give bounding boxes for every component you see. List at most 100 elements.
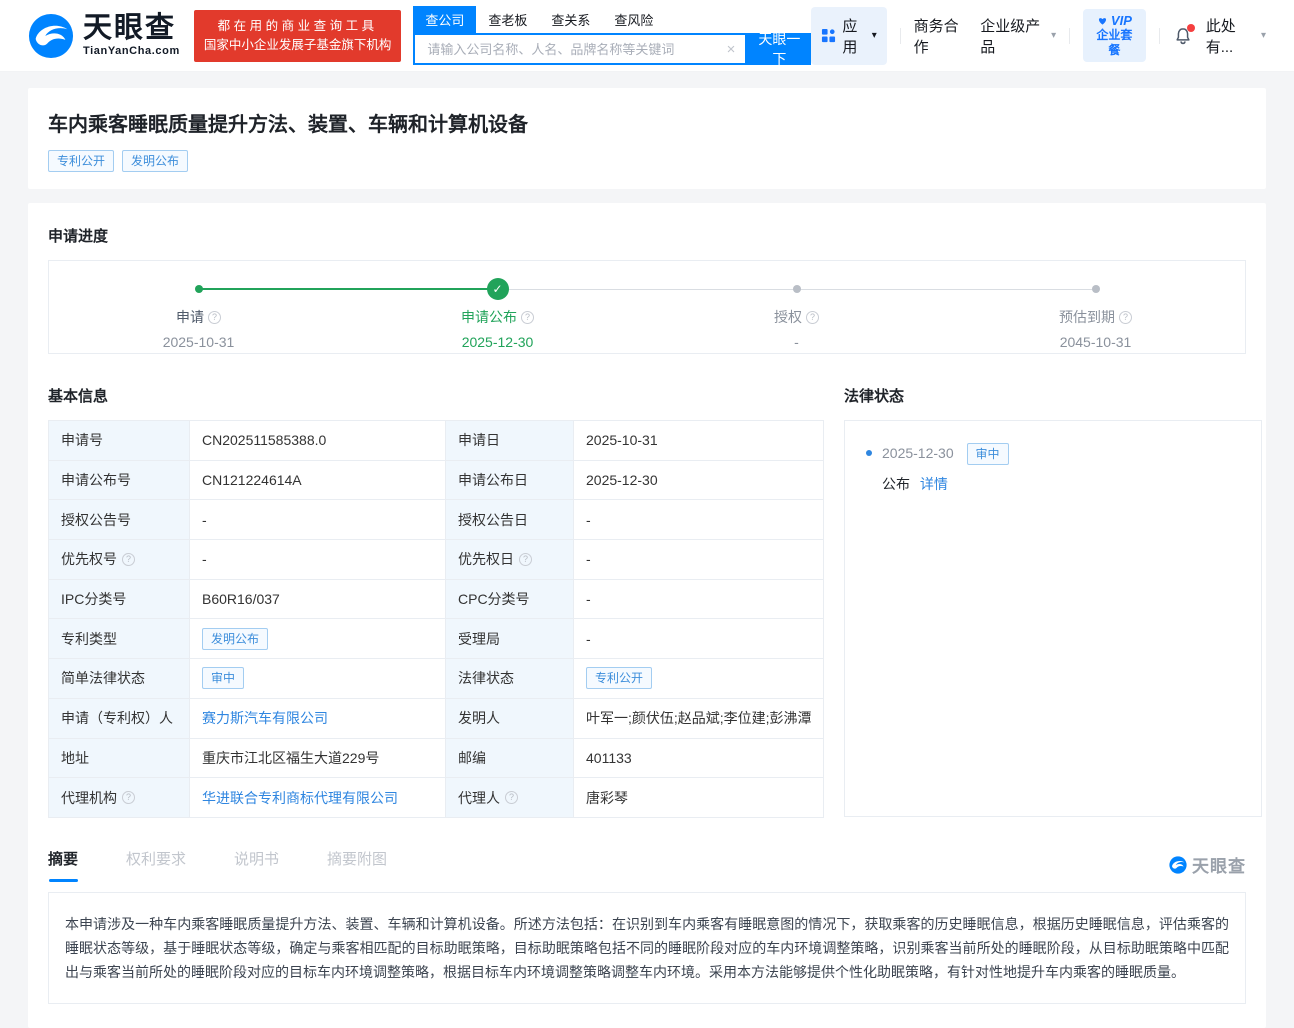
field-label-text: 发明人 [458, 708, 500, 728]
field-label-text: 申请（专利权）人 [61, 708, 173, 728]
entity-link[interactable]: 赛力斯汽车有限公司 [202, 708, 328, 728]
field-label: 优先权号? [49, 540, 190, 580]
field-label-text: 代理机构 [61, 788, 117, 808]
logo-domain: TianYanCha.com [83, 46, 180, 57]
field-label-text: 申请日 [458, 430, 500, 450]
search-input[interactable] [425, 41, 724, 58]
field-label-text: IPC分类号 [61, 589, 126, 609]
field-label: 邮编 [446, 739, 574, 779]
vip-heart-icon [1097, 15, 1108, 26]
clear-icon[interactable]: × [725, 41, 738, 58]
timeline-dot [793, 285, 801, 293]
entity-link[interactable]: 华进联合专利商标代理有限公司 [202, 788, 398, 808]
field-label: 法律状态 [446, 659, 574, 699]
timeline-dot [195, 285, 203, 293]
table-row: 代理机构?华进联合专利商标代理有限公司代理人?唐彩琴 [49, 778, 824, 818]
field-label: 受理局 [446, 619, 574, 659]
tianyancha-logo[interactable]: 天眼查 TianYanCha.com [28, 13, 180, 59]
table-row: 申请号CN202511585388.0申请日2025-10-31 [49, 421, 824, 461]
search-tab-relation[interactable]: 查关系 [539, 6, 602, 33]
field-label: 代理机构? [49, 778, 190, 818]
search-button[interactable]: 天眼一下 [747, 33, 811, 65]
patent-tag-invention: 发明公布 [122, 150, 188, 172]
legal-status-heading: 法律状态 [844, 385, 1262, 406]
field-label: 地址 [49, 739, 190, 779]
field-label: 申请公布号 [49, 461, 190, 501]
field-value: CN202511585388.0 [190, 421, 446, 461]
field-value: 唐彩琴 [574, 778, 824, 818]
field-label: CPC分类号 [446, 580, 574, 620]
legal-status-section: 法律状态 2025-12-30 审中 公布 详情 [844, 385, 1262, 817]
field-value: - [574, 500, 824, 540]
field-value: 华进联合专利商标代理有限公司 [190, 778, 446, 818]
search-tab-boss[interactable]: 查老板 [476, 6, 539, 33]
search-tabs: 查公司 查老板 查关系 查风险 [413, 6, 811, 33]
tab-abstract-figure[interactable]: 摘要附图 [327, 848, 387, 882]
field-label-text: 法律状态 [458, 668, 514, 688]
chevron-down-icon: ▾ [1261, 30, 1266, 41]
tianyancha-logo-icon [28, 13, 74, 59]
application-progress-timeline: 申请 ? 2025-10-31 ✓ 申请公布 ? 2025-12-30 [48, 260, 1246, 354]
legal-status-item: 2025-12-30 审中 公布 详情 [863, 442, 1243, 495]
field-value: 审中 [190, 659, 446, 699]
legal-status-detail-link[interactable]: 详情 [920, 476, 948, 492]
table-row: 申请（专利权）人赛力斯汽车有限公司发明人叶军一;颜伏伍;赵品斌;李位建;彭沸潭 [49, 699, 824, 739]
field-value: - [574, 619, 824, 659]
patent-tag-public: 专利公开 [48, 150, 114, 172]
field-label-text: 专利类型 [61, 629, 117, 649]
field-label: 申请号 [49, 421, 190, 461]
timeline-step-grant: 授权 ? - [647, 261, 946, 353]
help-icon[interactable]: ? [122, 791, 135, 804]
help-icon[interactable]: ? [519, 553, 532, 566]
field-label: IPC分类号 [49, 580, 190, 620]
status-tag: 审中 [202, 667, 244, 689]
field-label: 发明人 [446, 699, 574, 739]
field-label: 申请公布日 [446, 461, 574, 501]
nav-enterprise-products[interactable]: 企业级产品 ▾ [980, 15, 1056, 57]
notification-bell-icon[interactable] [1173, 26, 1193, 46]
help-icon[interactable]: ? [806, 311, 819, 324]
help-icon[interactable]: ? [505, 791, 518, 804]
legal-status-date: 2025-12-30 [882, 445, 954, 461]
apps-menu-button[interactable]: 应用 ▾ [811, 7, 886, 65]
progress-heading: 申请进度 [48, 225, 1246, 246]
patent-detail-card: 申请进度 申请 ? 2025-10-31 ✓ 申请公布 ? [28, 203, 1266, 1028]
field-label-text: 申请号 [61, 430, 103, 450]
divider [1159, 28, 1160, 44]
tab-abstract[interactable]: 摘要 [48, 848, 78, 882]
field-label: 简单法律状态 [49, 659, 190, 699]
promo-line1: 都在用的商业查询工具 [204, 17, 392, 36]
field-label-text: 优先权日 [458, 549, 514, 569]
help-icon[interactable]: ? [1119, 311, 1132, 324]
watermark-label: 天眼查 [1192, 852, 1246, 877]
step-label: 申请 [176, 307, 204, 327]
user-menu[interactable]: 此处有... ▾ [1206, 15, 1266, 57]
field-label-text: 申请公布号 [61, 470, 131, 490]
logo-title: 天眼查 [83, 14, 180, 43]
help-icon[interactable]: ? [521, 311, 534, 324]
tianyancha-watermark: 天眼查 [1169, 852, 1246, 877]
vip-package-badge[interactable]: VIP 企业套餐 [1083, 9, 1146, 62]
help-icon[interactable]: ? [122, 553, 135, 566]
help-icon[interactable]: ? [208, 311, 221, 324]
divider [900, 28, 901, 44]
table-row: IPC分类号B60R16/037CPC分类号- [49, 580, 824, 620]
table-row: 简单法律状态审中法律状态专利公开 [49, 659, 824, 699]
field-value: - [574, 540, 824, 580]
field-value: 发明公布 [190, 619, 446, 659]
nav-business-cooperation[interactable]: 商务合作 [914, 15, 968, 57]
search-tab-risk[interactable]: 查风险 [602, 6, 665, 33]
tab-claims[interactable]: 权利要求 [126, 848, 186, 882]
field-label: 授权公告日 [446, 500, 574, 540]
abstract-text: 本申请涉及一种车内乘客睡眠质量提升方法、装置、车辆和计算机设备。所述方法包括：在… [48, 892, 1246, 1004]
field-value: 重庆市江北区福生大道229号 [190, 739, 446, 779]
field-label: 申请（专利权）人 [49, 699, 190, 739]
tianyancha-watermark-icon [1169, 856, 1187, 874]
user-menu-label: 此处有... [1206, 15, 1256, 57]
search-tab-company[interactable]: 查公司 [413, 6, 476, 33]
detail-tabs: 摘要 权利要求 说明书 摘要附图 天眼查 [48, 848, 1246, 882]
step-date: - [647, 334, 946, 350]
timeline-check-icon: ✓ [487, 278, 509, 300]
tab-description[interactable]: 说明书 [234, 848, 279, 882]
field-value: CN121224614A [190, 461, 446, 501]
